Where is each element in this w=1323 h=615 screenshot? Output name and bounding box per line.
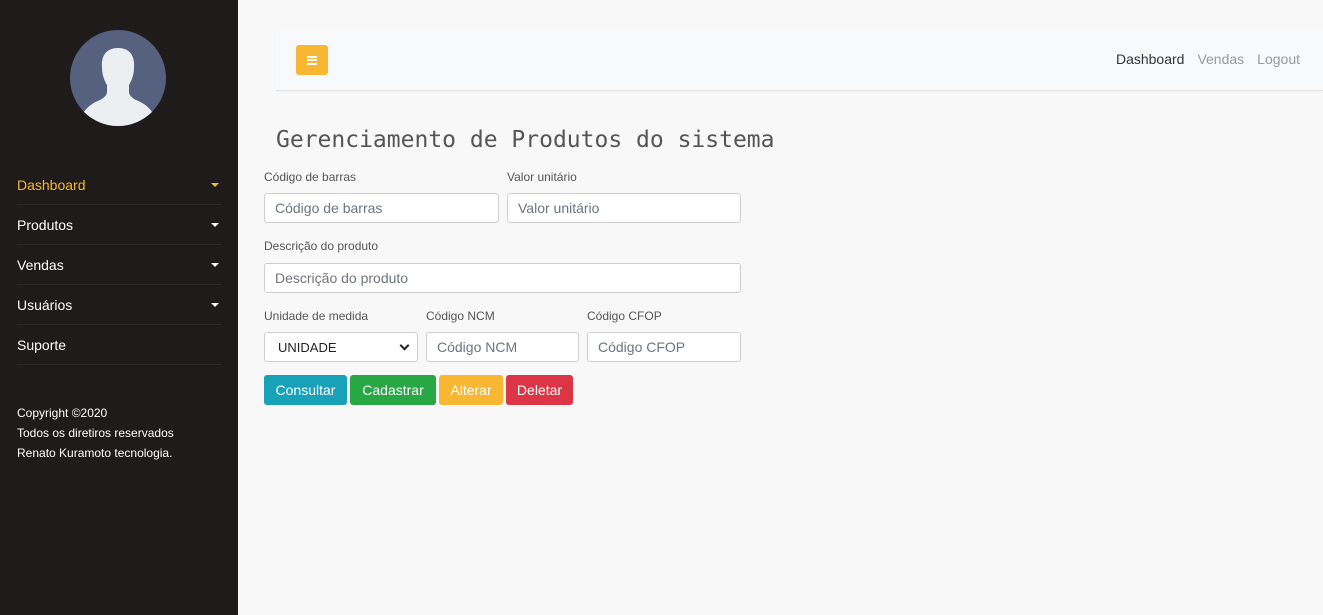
caret-down-icon	[211, 222, 219, 227]
top-navbar: Dashboard Vendas Logout	[276, 30, 1323, 91]
sidebar-item-label: Produtos	[17, 216, 74, 233]
caret-down-icon	[211, 302, 219, 307]
caret-down-icon	[211, 262, 219, 267]
sidebar-item-suporte[interactable]: Suporte	[17, 325, 221, 365]
barcode-input[interactable]	[264, 193, 499, 223]
sidebar-item-dashboard[interactable]: Dashboard	[17, 165, 221, 205]
top-nav-links: Dashboard Vendas Logout	[1116, 51, 1300, 67]
cfop-label: Código CFOP	[587, 309, 662, 323]
ncm-label: Código NCM	[426, 309, 495, 323]
unit-price-input[interactable]	[507, 193, 741, 223]
caret-down-icon	[211, 182, 219, 187]
copyright-line: Todos os diretiros reservados	[17, 426, 174, 440]
unit-select-value: UNIDADE	[278, 339, 337, 355]
consultar-button[interactable]: Consultar	[264, 375, 347, 405]
sidebar-item-label: Vendas	[17, 256, 64, 273]
description-label: Descrição do produto	[264, 239, 379, 253]
sidebar-item-produtos[interactable]: Produtos	[17, 205, 221, 245]
unit-price-label: Valor unitário	[507, 170, 577, 184]
cfop-input[interactable]	[587, 332, 741, 362]
sidebar: Dashboard Produtos Vendas Usuários Supor…	[0, 0, 238, 615]
user-silhouette-icon	[78, 48, 158, 126]
sidebar-item-label: Suporte	[17, 336, 67, 353]
page-title: Gerenciamento de Produtos do sistema	[276, 127, 775, 153]
hamburger-icon	[307, 54, 317, 66]
sidebar-item-label: Usuários	[17, 296, 73, 313]
deletar-button[interactable]: Deletar	[506, 375, 573, 405]
barcode-label: Código de barras	[264, 170, 357, 184]
alterar-button[interactable]: Alterar	[439, 375, 503, 405]
menu-toggle-button[interactable]	[296, 45, 328, 75]
top-link-dashboard[interactable]: Dashboard	[1116, 51, 1185, 67]
sidebar-nav: Dashboard Produtos Vendas Usuários Supor…	[17, 165, 221, 365]
cadastrar-button[interactable]: Cadastrar	[350, 375, 436, 405]
unit-label: Unidade de medida	[264, 309, 369, 323]
sidebar-item-usuarios[interactable]: Usuários	[17, 285, 221, 325]
copyright-text: Copyright ©2020 Todos os diretiros reser…	[17, 403, 174, 463]
copyright-line: Copyright ©2020	[17, 406, 108, 420]
unit-select[interactable]: UNIDADE	[264, 332, 418, 362]
chevron-down-icon	[399, 340, 410, 350]
sidebar-item-vendas[interactable]: Vendas	[17, 245, 221, 285]
avatar	[70, 30, 166, 126]
copyright-line: Renato Kuramoto tecnologia.	[17, 446, 173, 460]
ncm-input[interactable]	[426, 332, 579, 362]
top-link-vendas[interactable]: Vendas	[1197, 51, 1244, 67]
top-link-logout[interactable]: Logout	[1257, 51, 1300, 67]
description-input[interactable]	[264, 263, 741, 293]
sidebar-item-label: Dashboard	[17, 176, 86, 193]
